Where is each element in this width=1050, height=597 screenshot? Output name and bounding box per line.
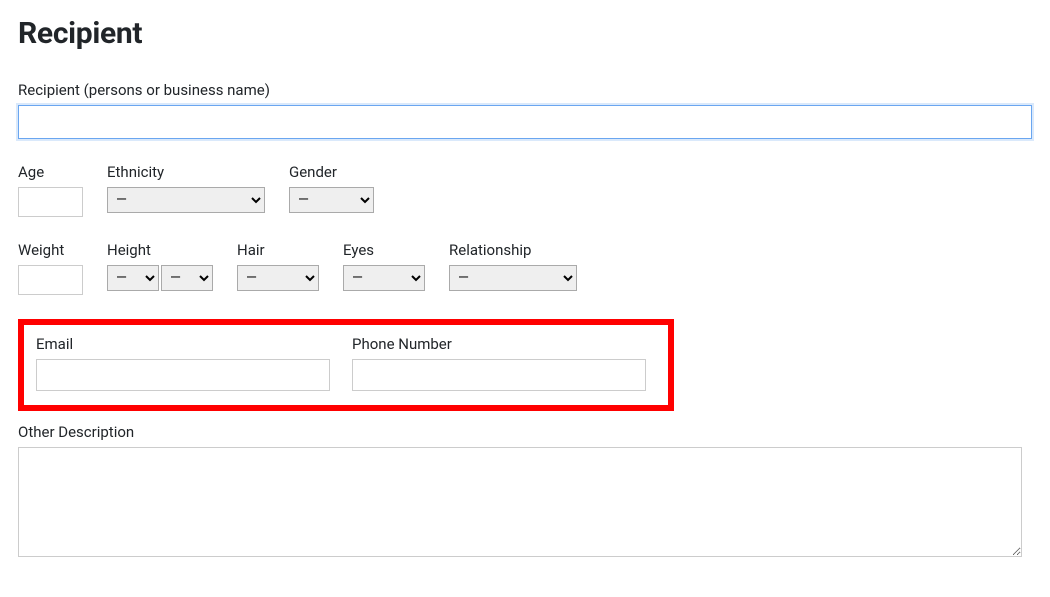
phone-input[interactable]: [352, 359, 646, 391]
other-description-field: Other Description: [18, 423, 1032, 557]
weight-label: Weight: [18, 241, 83, 259]
relationship-select[interactable]: —: [449, 265, 577, 291]
gender-field: Gender —: [289, 163, 374, 213]
hair-field: Hair —: [237, 241, 319, 291]
recipient-field: Recipient (persons or business name): [18, 81, 1032, 139]
weight-field: Weight: [18, 241, 83, 295]
contact-highlight-box: Email Phone Number: [18, 319, 674, 411]
other-description-textarea[interactable]: [18, 447, 1022, 557]
gender-label: Gender: [289, 163, 374, 181]
ethnicity-select[interactable]: —: [107, 187, 265, 213]
height-field: Height — —: [107, 241, 213, 291]
age-label: Age: [18, 163, 83, 181]
email-label: Email: [36, 335, 330, 353]
email-input[interactable]: [36, 359, 330, 391]
relationship-field: Relationship —: [449, 241, 577, 291]
eyes-field: Eyes —: [343, 241, 425, 291]
ethnicity-field: Ethnicity —: [107, 163, 265, 213]
age-field: Age: [18, 163, 83, 217]
recipient-input[interactable]: [18, 105, 1032, 139]
height-in-select[interactable]: —: [161, 265, 213, 291]
page-title: Recipient: [18, 16, 1032, 51]
height-label: Height: [107, 241, 213, 259]
age-input[interactable]: [18, 187, 83, 217]
recipient-label: Recipient (persons or business name): [18, 81, 1032, 99]
phone-label: Phone Number: [352, 335, 646, 353]
ethnicity-label: Ethnicity: [107, 163, 265, 181]
eyes-select[interactable]: —: [343, 265, 425, 291]
weight-input[interactable]: [18, 265, 83, 295]
eyes-label: Eyes: [343, 241, 425, 259]
gender-select[interactable]: —: [289, 187, 374, 213]
phone-field: Phone Number: [352, 335, 646, 391]
hair-select[interactable]: —: [237, 265, 319, 291]
other-description-label: Other Description: [18, 423, 1032, 441]
hair-label: Hair: [237, 241, 319, 259]
email-field: Email: [36, 335, 330, 391]
relationship-label: Relationship: [449, 241, 577, 259]
height-ft-select[interactable]: —: [107, 265, 159, 291]
